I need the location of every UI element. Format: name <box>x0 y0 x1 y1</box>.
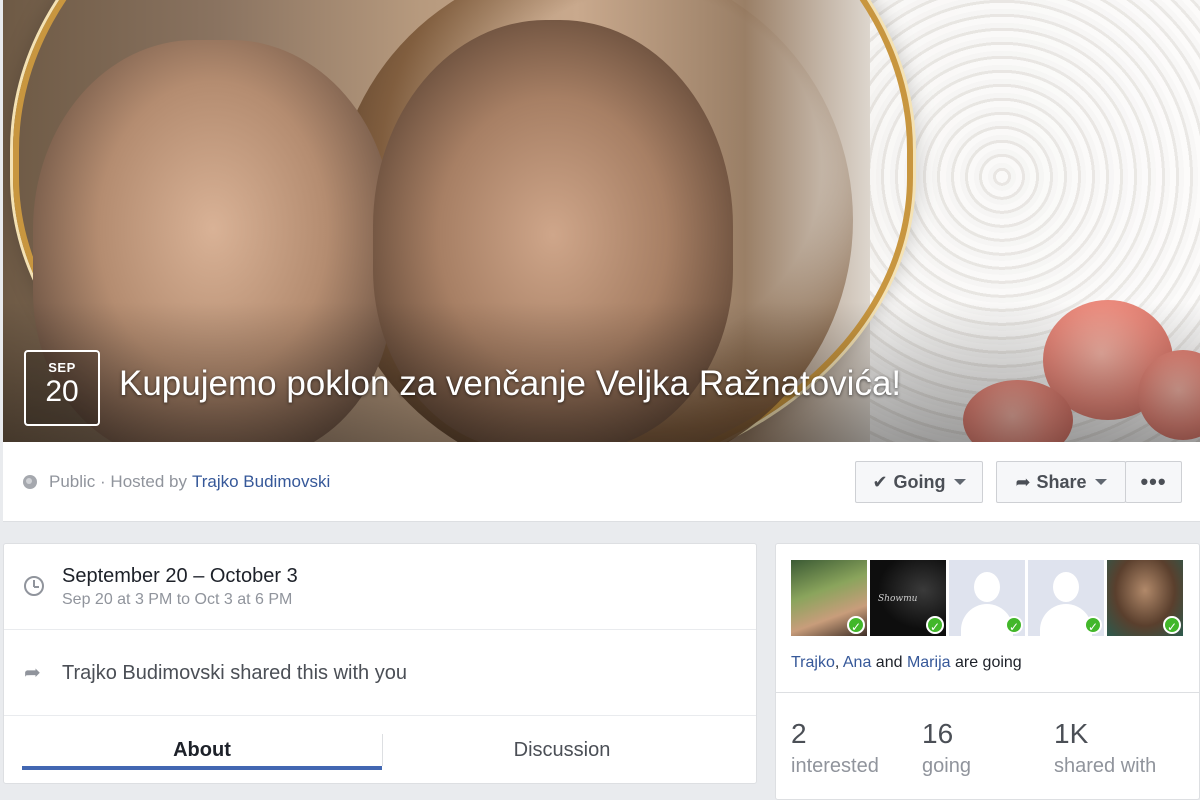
event-date-range: September 20 – October 3 <box>62 565 298 587</box>
stat-value: 16 <box>922 718 954 749</box>
event-privacy-host: Public · Hosted by Trajko Budimovski <box>23 472 330 492</box>
privacy-label: Public <box>49 472 96 491</box>
more-icon: ••• <box>1140 469 1167 494</box>
event-date-badge: SEP 20 <box>24 350 100 426</box>
going-summary: Trajko, Ana and Marija are going <box>791 654 1022 672</box>
guest-link[interactable]: Trajko <box>791 654 835 671</box>
default-avatar-icon <box>1053 572 1079 602</box>
guest-link[interactable]: Marija <box>907 654 951 671</box>
going-suffix: are going <box>954 654 1022 671</box>
going-check-icon: ✓ <box>1084 616 1102 634</box>
guest-separator: , <box>834 654 840 671</box>
going-check-icon: ✓ <box>926 616 944 634</box>
stat-label: interested <box>791 755 879 777</box>
tab-discussion[interactable]: Discussion <box>382 730 742 770</box>
chevron-down-icon <box>1094 479 1107 485</box>
event-time-range: Sep 20 at 3 PM to Oct 3 at 6 PM <box>62 591 293 608</box>
share-button[interactable]: ➦ Share <box>996 461 1126 503</box>
divider <box>776 692 1199 693</box>
stat-interested[interactable]: 2 interested <box>791 719 879 778</box>
going-check-icon: ✓ <box>1005 616 1023 634</box>
hosted-by-label: · Hosted by <box>100 472 187 491</box>
guest-and: and <box>875 654 903 671</box>
avatar[interactable]: ✓ <box>1107 560 1183 636</box>
event-month: SEP <box>48 360 76 375</box>
going-check-icon: ✓ <box>1163 616 1181 634</box>
event-day: 20 <box>45 375 79 408</box>
shared-note: Trajko Budimovski shared this with you <box>62 662 407 684</box>
avatar[interactable]: ✓ <box>791 560 867 636</box>
event-header-bar: Public · Hosted by Trajko Budimovski ✔ G… <box>3 442 1200 522</box>
stat-label: shared with <box>1054 755 1157 777</box>
host-link[interactable]: Trajko Budimovski <box>192 472 330 492</box>
guest-link[interactable]: Ana <box>843 654 871 671</box>
tab-about[interactable]: About <box>22 730 382 770</box>
globe-icon <box>23 475 37 489</box>
check-icon: ✔ <box>872 471 888 492</box>
share-button-label: Share <box>1036 471 1087 492</box>
clock-icon <box>24 576 44 596</box>
more-options-button[interactable]: ••• <box>1125 461 1182 503</box>
going-button-label: Going <box>893 471 946 492</box>
stat-label: going <box>922 755 971 777</box>
default-avatar-icon <box>974 572 1000 602</box>
stat-value: 1K <box>1054 718 1089 749</box>
avatar[interactable]: Showmu ✓ <box>870 560 946 636</box>
stat-going[interactable]: 16 going <box>922 719 971 778</box>
cover-photo[interactable]: SEP 20 Kupujemo poklon za venčanje Veljk… <box>3 0 1200 442</box>
avatar[interactable]: ✓ <box>949 560 1025 636</box>
event-title: Kupujemo poklon za venčanje Veljka Ražna… <box>119 364 902 403</box>
guests-card: ✓ Showmu ✓ ✓ ✓ ✓ Trajko, Ana and Marija … <box>775 543 1200 800</box>
stat-shared-with[interactable]: 1K shared with <box>1054 719 1156 778</box>
going-check-icon: ✓ <box>847 616 865 634</box>
avatar[interactable]: ✓ <box>1028 560 1104 636</box>
stat-value: 2 <box>791 718 807 749</box>
share-arrow-icon: ➦ <box>1015 471 1031 492</box>
share-arrow-icon: ➦ <box>24 662 41 684</box>
event-details-card: September 20 – October 3 Sep 20 at 3 PM … <box>3 543 757 784</box>
going-button[interactable]: ✔ Going <box>855 461 983 503</box>
chevron-down-icon <box>953 479 966 485</box>
avatar-text: Showmu <box>878 594 918 604</box>
